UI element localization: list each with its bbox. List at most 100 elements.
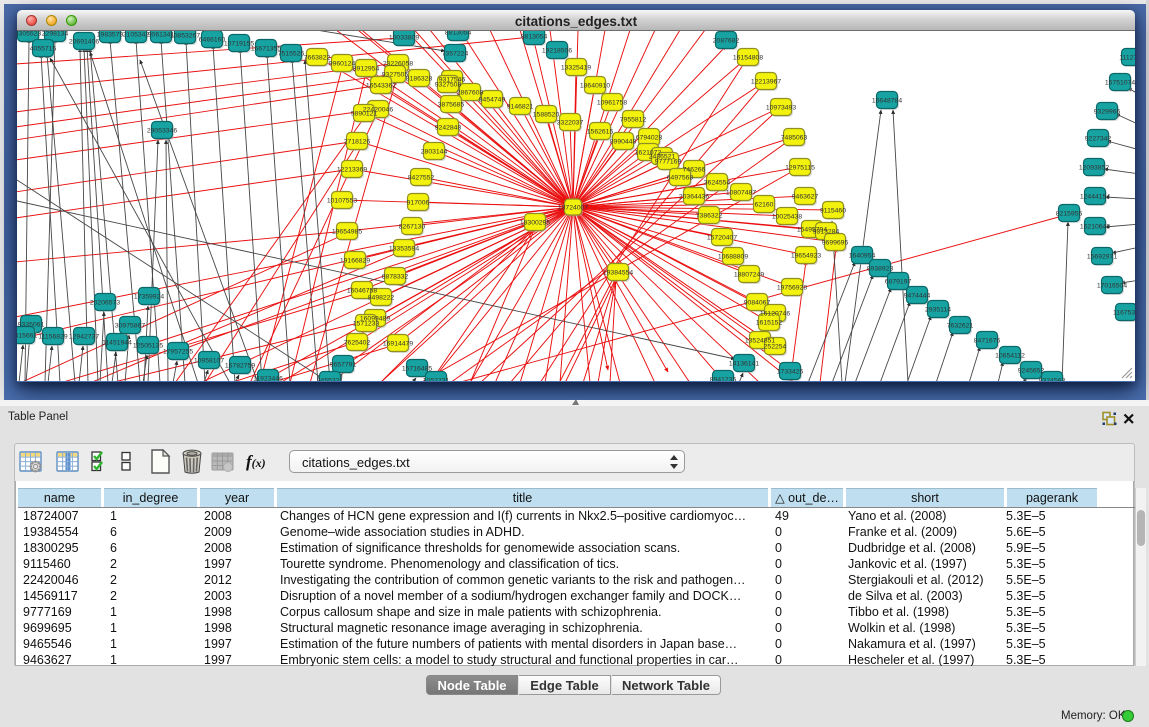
svg-text:20364436: 20364436 [679,194,709,201]
svg-text:9463627: 9463627 [792,194,819,201]
svg-text:1562615: 1562615 [587,129,614,136]
svg-text:10807487: 10807487 [726,190,756,197]
svg-text:8498222: 8498222 [368,295,395,302]
svg-text:15720407: 15720407 [707,235,737,242]
svg-text:8267130: 8267130 [399,224,426,231]
svg-text:8878332: 8878332 [382,274,409,281]
svg-text:1167533: 1167533 [1113,310,1135,317]
svg-text:8938923: 8938923 [867,266,894,273]
svg-text:1588520: 1588520 [533,112,560,119]
svg-text:1571233: 1571233 [353,321,380,328]
svg-text:746266: 746266 [683,167,706,174]
svg-text:10025438: 10025438 [772,214,802,221]
svg-text:10688809: 10688809 [718,254,748,261]
svg-text:9084067: 9084067 [744,300,771,307]
svg-text:16120746: 16120746 [760,311,790,318]
svg-text:12213967: 12213967 [751,79,781,86]
svg-text:18640910: 18640910 [580,83,610,90]
svg-text:2105342: 2105342 [123,32,150,39]
svg-text:8186328: 8186328 [406,76,433,83]
svg-text:2935114: 2935114 [925,307,951,314]
svg-text:10654112: 10654112 [995,353,1025,360]
svg-text:7632621: 7632621 [947,323,974,330]
svg-text:16782759: 16782759 [225,363,255,370]
svg-text:20691406: 20691406 [69,39,99,46]
svg-text:16543362: 16543362 [366,83,396,90]
svg-text:6497568: 6497568 [667,175,694,182]
svg-text:10107553: 10107553 [327,198,357,205]
svg-text:1052231: 1052231 [423,378,450,382]
svg-text:7515526: 7515526 [278,51,305,58]
svg-text:6879197: 6879197 [885,279,912,286]
svg-text:9777169: 9777169 [655,159,682,166]
svg-text:23226058: 23226058 [383,61,413,68]
svg-text:2718126: 2718126 [344,139,371,146]
svg-text:19654985: 19654985 [332,229,362,236]
svg-text:62160: 62160 [755,202,774,209]
svg-text:9657791: 9657791 [330,362,357,369]
svg-text:16046758: 16046758 [347,288,377,295]
svg-text:19756928: 19756928 [777,285,807,292]
svg-text:9327508: 9327508 [435,82,462,89]
svg-text:7357224: 7357224 [442,51,469,58]
svg-text:8941235: 8941235 [710,377,737,382]
svg-text:12975115: 12975115 [785,165,815,172]
svg-text:9146821: 9146821 [507,104,534,111]
svg-text:17359924: 17359924 [134,294,164,301]
svg-text:18724007: 18724007 [558,205,588,212]
svg-text:18300295: 18300295 [520,220,550,227]
svg-text:7485063: 7485063 [781,135,808,142]
svg-text:917006: 917006 [407,200,430,207]
svg-text:9335061: 9335061 [18,322,45,329]
svg-text:8471676: 8471676 [974,338,1001,345]
svg-text:9315661: 9315661 [17,333,37,340]
svg-text:12942737: 12942737 [69,334,99,341]
svg-text:10973493: 10973493 [766,105,796,112]
svg-text:2803144: 2803144 [421,149,448,156]
svg-text:17957255: 17957255 [163,349,193,356]
svg-text:9329966: 9329966 [1094,109,1121,116]
svg-text:9960124: 9960124 [329,61,356,68]
svg-text:1733426: 1733426 [777,369,804,376]
svg-text:8427552: 8427552 [408,175,435,182]
svg-text:8912954: 8912954 [353,66,380,73]
svg-text:3875685: 3875685 [438,102,465,109]
svg-text:8215955: 8215955 [1056,211,1083,218]
svg-text:9699695: 9699695 [822,240,849,247]
svg-text:19654923: 19654923 [791,253,821,260]
svg-text:13353594: 13353594 [389,246,419,253]
svg-text:16648784: 16648784 [872,98,902,105]
svg-text:12213369: 12213369 [337,167,367,174]
svg-text:4055715: 4055715 [30,46,57,53]
svg-text:2087682: 2087682 [713,38,740,45]
svg-text:14136141: 14136141 [729,361,759,368]
svg-text:11156829: 11156829 [38,334,67,341]
svg-text:6794028: 6794028 [636,135,663,142]
svg-text:9324563: 9324563 [1039,378,1066,382]
svg-text:16210643: 16210643 [1080,224,1110,231]
svg-text:1112784: 1112784 [1119,55,1135,62]
svg-text:9245652: 9245652 [1018,368,1045,375]
svg-text:9455321: 9455321 [317,378,344,382]
svg-text:18807249: 18807249 [734,272,764,279]
svg-text:19218506: 19218506 [542,48,572,55]
svg-text:9474444: 9474444 [904,293,931,300]
svg-text:2867608: 2867608 [457,90,484,97]
svg-text:10958107: 10958107 [194,358,224,365]
svg-text:20206573: 20206573 [90,300,120,307]
svg-text:11451944: 11451944 [102,340,132,347]
svg-text:8813054: 8813054 [445,31,472,37]
svg-text:29053346: 29053346 [147,128,177,135]
svg-text:6466160: 6466160 [199,37,226,44]
svg-text:1615152: 1615152 [756,320,783,327]
svg-text:15716485: 15716485 [402,366,432,373]
svg-text:7955812: 7955812 [620,117,647,124]
svg-text:12093852: 12093852 [1079,165,1109,172]
svg-text:8990448: 8990448 [610,139,637,146]
svg-text:12444154: 12444154 [1080,194,1110,201]
svg-text:9227342: 9227342 [1085,136,1112,143]
svg-text:7663822: 7663822 [304,55,331,62]
svg-text:9313284: 9313284 [813,229,840,236]
svg-text:10719155: 10719155 [224,41,254,48]
svg-text:8305523: 8305523 [17,31,41,38]
